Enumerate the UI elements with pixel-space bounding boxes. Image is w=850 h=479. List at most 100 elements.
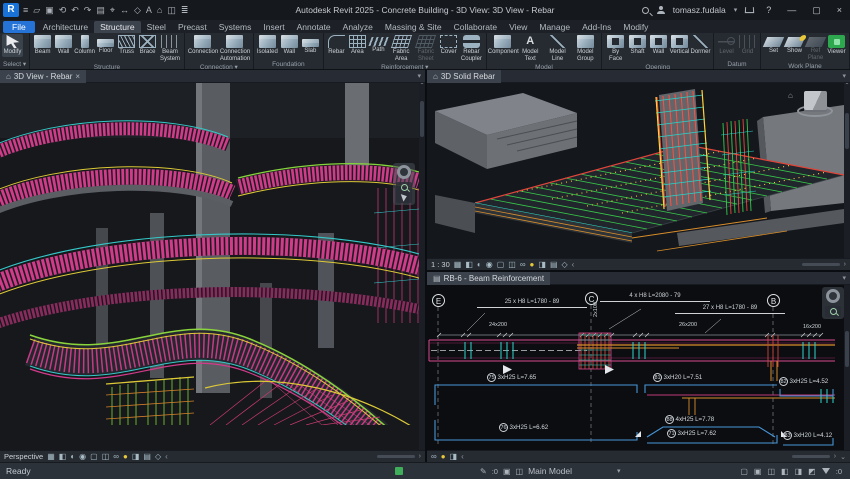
panel-connection-label[interactable]: Connection ▾	[185, 63, 253, 69]
select-underlay-icon[interactable]: ▣	[754, 467, 762, 476]
select-pinned-icon[interactable]: ◫	[767, 467, 775, 476]
redo-icon[interactable]: ↷	[84, 5, 92, 16]
perspective-button[interactable]: Perspective	[4, 452, 43, 461]
vertical-opening-button[interactable]: Vertical	[669, 34, 690, 57]
tab-list-caret-icon[interactable]: ▾	[842, 274, 850, 282]
thin-lines-icon[interactable]: ≣	[181, 5, 189, 16]
fabric-area-button[interactable]: Fabric Area	[389, 34, 414, 63]
tag-icon[interactable]: ◇	[134, 5, 141, 16]
help-icon[interactable]: ?	[762, 5, 775, 15]
bottom-right-scrollbar[interactable]	[844, 285, 850, 450]
rebar-coupler-button[interactable]: Rebar Coupler	[459, 34, 484, 63]
top-right-scrollbar[interactable]: ⌃	[844, 83, 850, 258]
tab-file[interactable]: File	[3, 20, 35, 33]
stirrup-spacing-label[interactable]: 16x200	[803, 324, 821, 331]
model-group-button[interactable]: Model Group	[571, 34, 599, 63]
bar-label[interactable]: 83 3xH20 L=4.12	[783, 431, 832, 440]
view-properties-icon[interactable]: ◨	[132, 452, 140, 462]
tab-massing-site[interactable]: Massing & Site	[379, 21, 448, 33]
default-3d-view-icon[interactable]: ⌂	[157, 5, 162, 15]
slab-button[interactable]: Slab	[300, 34, 321, 56]
brace-button[interactable]: Brace	[137, 34, 158, 57]
floor-button[interactable]: Floor	[95, 34, 116, 56]
crop-region-icon[interactable]: ◫	[508, 260, 516, 270]
scroll-right-icon[interactable]: ›	[844, 261, 846, 268]
panel-select-label[interactable]: Select ▾	[0, 60, 29, 69]
wall-foundation-button[interactable]: Wall	[279, 34, 300, 57]
tab-collaborate[interactable]: Collaborate	[448, 21, 503, 33]
scale-button[interactable]: 1 : 30	[431, 260, 450, 269]
stirrup-spacing-label[interactable]: 26x200	[679, 322, 697, 329]
horizontal-scroll-thumb[interactable]	[801, 263, 840, 266]
tab-insert[interactable]: Insert	[257, 21, 290, 33]
user-avatar-icon[interactable]	[656, 6, 665, 14]
tab-structure[interactable]: Structure	[94, 20, 141, 33]
tab-steel[interactable]: Steel	[141, 21, 172, 33]
tab-modify[interactable]: Modify	[617, 21, 654, 33]
rebar-dim-label[interactable]: 25 x H8 L=1780 - 89	[477, 299, 587, 308]
reveal-hidden-icon[interactable]: ●	[123, 452, 128, 462]
grid-bubble-e[interactable]: E	[432, 294, 445, 307]
select-links-icon[interactable]: ▢	[740, 467, 748, 476]
bar-label[interactable]: 71 3xH25 L=7.62	[667, 429, 716, 438]
undo-icon[interactable]: ↶	[71, 5, 79, 16]
area-button[interactable]: Area	[347, 34, 368, 57]
measure-icon[interactable]: ⌖	[110, 5, 115, 16]
beam-button[interactable]: Beam	[32, 34, 53, 57]
show-work-plane-button[interactable]: Show	[783, 34, 806, 56]
bar-label[interactable]: 82 3xH25 L=4.52	[779, 377, 828, 386]
cover-button[interactable]: Cover	[438, 34, 459, 57]
zoom-icon[interactable]	[829, 308, 837, 315]
temporary-hide-icon[interactable]: ∞	[520, 260, 526, 270]
constraints-icon[interactable]: ◇	[562, 260, 568, 270]
wall-button[interactable]: Wall	[53, 34, 74, 57]
username[interactable]: tomasz.fudala	[673, 5, 726, 15]
app-menu-icon[interactable]: ≡	[23, 5, 28, 15]
bar-label[interactable]: 75 3xH25 L=7.65	[487, 373, 536, 382]
view-tab-3d-rebar[interactable]: ⌂ 3D View - Rebar ×	[0, 69, 87, 83]
by-face-button[interactable]: By Face	[604, 34, 627, 63]
crop-region-icon[interactable]: ◫	[102, 452, 110, 462]
tab-list-caret-icon[interactable]: ▾	[842, 72, 850, 80]
scroll-up-icon[interactable]: ⌃	[844, 83, 850, 90]
design-options-icon[interactable]: ◫	[516, 467, 524, 476]
navigation-bar[interactable]	[822, 287, 844, 319]
model-line-button[interactable]: Model Line	[544, 34, 571, 63]
detail-level-icon[interactable]: ▦	[47, 452, 55, 462]
connection-automation-button[interactable]: Connection Automation	[219, 34, 251, 63]
bar-label[interactable]: 76 3xH25 L=6.62	[499, 423, 548, 432]
reveal-hidden-icon[interactable]: ●	[530, 260, 535, 270]
scroll-up-icon[interactable]: ⌃	[419, 83, 425, 90]
component-button[interactable]: Component	[488, 34, 519, 57]
tab-view[interactable]: View	[503, 21, 533, 33]
shaft-button[interactable]: Shaft	[627, 34, 648, 57]
tab-list-caret-icon[interactable]: ▾	[417, 72, 425, 80]
worksharing-display-icon[interactable]: ▤	[550, 260, 558, 270]
close-view-icon[interactable]: ×	[75, 72, 80, 81]
collapse-bar-icon[interactable]: ‹	[461, 452, 464, 461]
model-text-button[interactable]: Model Text	[517, 34, 544, 63]
set-work-plane-button[interactable]: Set	[762, 34, 785, 56]
editable-only-icon[interactable]: ✎	[480, 467, 487, 476]
tab-analyze[interactable]: Analyze	[337, 21, 379, 33]
viewer-button[interactable]: Viewer	[826, 34, 847, 57]
tab-systems[interactable]: Systems	[213, 21, 258, 33]
drag-on-selection-icon[interactable]: ◨	[795, 467, 803, 476]
aligned-dimension-icon[interactable]: ↔	[120, 5, 129, 15]
temporary-hide-icon[interactable]: ∞	[113, 452, 119, 462]
constraints-icon[interactable]: ◇	[155, 452, 161, 462]
scroll-right-icon[interactable]: ›	[419, 453, 421, 460]
worksets-icon[interactable]: ▣	[503, 467, 511, 476]
reveal-hidden-icon[interactable]: ●	[441, 452, 446, 462]
left-viewport-scrollbar[interactable]: ⌃	[419, 83, 425, 450]
view-properties-icon[interactable]: ◨	[450, 452, 458, 462]
sun-path-icon[interactable]: ◐	[477, 260, 482, 270]
isolated-button[interactable]: Isolated	[256, 34, 279, 57]
rebar-button[interactable]: Rebar	[326, 34, 347, 57]
user-caret-icon[interactable]: ▾	[734, 6, 738, 14]
close-button[interactable]: ×	[833, 5, 846, 15]
open-icon[interactable]: ▱	[33, 5, 40, 16]
view-properties-icon[interactable]: ◨	[538, 260, 546, 270]
connection-button[interactable]: Connection	[187, 34, 219, 57]
navigation-bar[interactable]	[393, 163, 415, 205]
